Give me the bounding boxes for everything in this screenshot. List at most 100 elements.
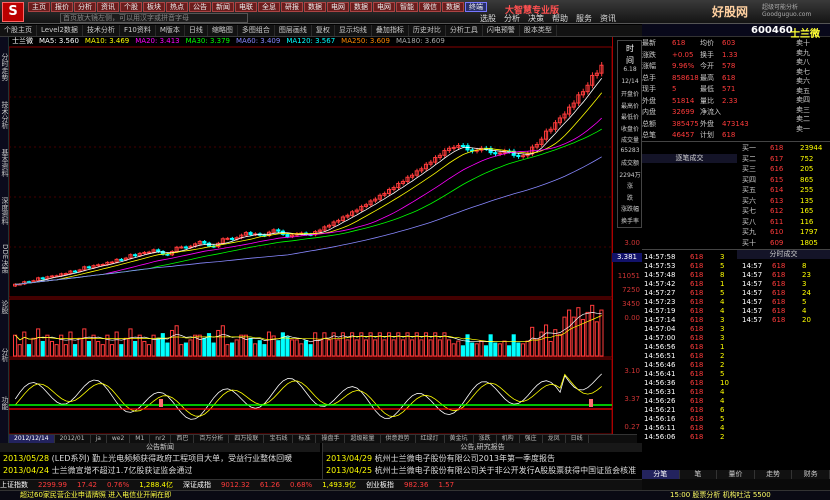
left-strip-item-3[interactable]: 深度资料 [0, 189, 9, 233]
volume-bar-62 [299, 343, 304, 357]
toolbar-item-13[interactable]: 分析工具 [446, 25, 483, 36]
menu-item-8[interactable]: 新闻 [212, 2, 234, 12]
quote-tab-1[interactable]: 笔 [680, 470, 718, 479]
toolbar-item-12[interactable]: 历史对比 [409, 25, 446, 36]
indicator-tab-16[interactable]: 涨跌 [474, 435, 497, 443]
news-left-item-0[interactable]: 2013/05/28 (LED系列) 勤上光电频频获得政府工程项目大单，受益行业… [3, 454, 292, 464]
left-strip-item-5[interactable]: 论股 [0, 285, 9, 329]
volume-bar-105 [497, 343, 502, 357]
news-right-item-1[interactable]: 2013/04/25 杭州士兰微电子股份有限公司关于非公开发行A股股票获得中国证… [326, 466, 636, 476]
trade2-time-5: 14:57 [742, 307, 763, 315]
quote-tab-4[interactable]: 财务 [792, 470, 830, 479]
indicator-tab-15[interactable]: 黄金坑 [445, 435, 474, 443]
indicator-tab-4[interactable]: M1 [130, 435, 151, 443]
trade2-time-4: 14:57 [742, 298, 763, 306]
menu-item-17[interactable]: 微信 [419, 2, 441, 12]
indicator-tab-17[interactable]: 机构 [497, 435, 520, 443]
indicator-tab-14[interactable]: 红绿灯 [416, 435, 445, 443]
indicator-panel-frame [9, 358, 612, 434]
toolbar-item-6[interactable]: 缩略图 [208, 25, 238, 36]
right-menu-item-1[interactable]: 分析 [504, 13, 520, 24]
menu-item-9[interactable]: 电联 [235, 2, 257, 12]
indicator-tab-19[interactable]: 龙凤 [543, 435, 566, 443]
news-ticker[interactable]: 超过60家民营企业申请牌照 进入电信业开闸在即 [20, 490, 171, 500]
search-input[interactable]: 首页放大镜左侧，可以用汉字或拼音字母 [60, 13, 248, 23]
buy-volume-9: 1805 [800, 238, 818, 247]
menu-item-5[interactable]: 板块 [143, 2, 165, 12]
indicator-tab-10[interactable]: 标准 [293, 435, 317, 443]
volume-bar-41 [202, 337, 207, 357]
indicator-tab-9[interactable]: 宝石线 [264, 435, 294, 443]
menu-item-0[interactable]: 主页 [28, 2, 50, 12]
menu-item-3[interactable]: 资讯 [97, 2, 119, 12]
menu-item-16[interactable]: 智能 [396, 2, 418, 12]
menu-item-13[interactable]: 电网 [327, 2, 349, 12]
left-strip-item-6[interactable]: 分析 [0, 333, 9, 377]
menu-item-11[interactable]: 研报 [281, 2, 303, 12]
candle-body-8 [49, 275, 55, 278]
left-strip-item-0[interactable]: 分时走势 [0, 45, 9, 89]
left-strip-item-4[interactable]: DDE决策 [0, 237, 9, 281]
toolbar-item-5[interactable]: 日线 [185, 25, 208, 36]
top-menubar: S 主页 报价 分析 资讯 个股 板块 热点 公告 新闻 电联 全息 研报 数据 电网 数据 电网 智能 微信 数据… [0, 0, 830, 24]
menu-item-2[interactable]: 分析 [74, 2, 96, 12]
indicator-tab-1[interactable]: 2012/01 [55, 435, 91, 443]
trade-list[interactable]: 14:57:58 618 3 14:57:53 618 5 14:57:48 618 8 14:5… [642, 249, 830, 443]
indicator-tab-2[interactable]: ja [91, 435, 107, 443]
toolbar-item-9[interactable]: 复权 [312, 25, 335, 36]
right-menu-item-2[interactable]: 决策 [528, 13, 544, 24]
menu-item-1[interactable]: 报价 [51, 2, 73, 12]
quote-tab-2[interactable]: 量价 [717, 470, 755, 479]
menu-item-4[interactable]: 个股 [120, 2, 142, 12]
indicator-tab-11[interactable]: 操盘手 [316, 435, 346, 443]
indicator-tab-8[interactable]: 四万投联 [229, 435, 265, 443]
volume-bar-22 [114, 331, 119, 357]
index-tick-2-1: 创业板指 [365, 481, 394, 489]
indicator-tab-18[interactable]: 强庄 [520, 435, 543, 443]
menu-item-6[interactable]: 热点 [166, 2, 188, 12]
menu-item-12[interactable]: 数据 [304, 2, 326, 12]
news-right-item-0[interactable]: 2013/04/29 杭州士兰微电子股份有限公司2013年第一季度报告 [326, 454, 555, 464]
toolbar-item-11[interactable]: 叠加指标 [372, 25, 409, 36]
toolbar-item-15[interactable]: 股本类型 [520, 25, 557, 36]
indicator-tab-3[interactable]: we2 [107, 435, 131, 443]
indicator-tab-6[interactable]: 西巴 [171, 435, 195, 443]
right-menu-item-5[interactable]: 资讯 [600, 13, 616, 24]
menu-item-14[interactable]: 数据 [350, 2, 372, 12]
right-menu-item-0[interactable]: 选股 [480, 13, 496, 24]
menu-item-10[interactable]: 全息 [258, 2, 280, 12]
toolbar-item-8[interactable]: 图层画线 [275, 25, 312, 36]
menu-item-15[interactable]: 电网 [373, 2, 395, 12]
toolbar-item-7[interactable]: 多图组合 [238, 25, 275, 36]
trade-volume-20: 2 [720, 433, 725, 441]
toolbar-item-2[interactable]: 技术分析 [83, 25, 120, 36]
kline-chart[interactable] [9, 37, 612, 434]
toolbar-item-4[interactable]: M版本 [156, 25, 185, 36]
ma-value-2: MA20: 3.413 [135, 37, 180, 45]
quote-tab-3[interactable]: 走势 [755, 470, 793, 479]
left-strip-item-2[interactable]: 基本资料 [0, 141, 9, 185]
menu-item-18[interactable]: 数据 [442, 2, 464, 12]
menu-item-7[interactable]: 公告 [189, 2, 211, 12]
indicator-tab-5[interactable]: nr2 [150, 435, 172, 443]
quote-tab-0[interactable]: 分笔 [642, 470, 680, 479]
right-menu-item-4[interactable]: 服务 [576, 13, 592, 24]
price-info-panel: 时间 6.18 12/14 开盘价 最高价 最低价 收盘价 成交量 65283 成交额 2294万涨… [617, 40, 642, 228]
toolbar-item-0[interactable]: 个股主页 [0, 25, 37, 36]
toolbar-item-10[interactable]: 显示均线 [335, 25, 372, 36]
toolbar-item-1[interactable]: Level2数据 [37, 25, 83, 36]
toolbar-item-14[interactable]: 闪电预警 [483, 25, 520, 36]
volume-bar-95 [451, 343, 456, 357]
news-left-item-1[interactable]: 2013/04/24 士兰微宣增不超过1.7亿股获证监会通过 [3, 466, 192, 476]
left-strip-item-7[interactable]: 功能 [0, 381, 9, 425]
toolbar-item-3[interactable]: F10资料 [120, 25, 156, 36]
volume-bar-23 [119, 344, 124, 357]
indicator-tab-20[interactable]: 日线 [566, 435, 589, 443]
indicator-tab-0[interactable]: 2012/12/14 [9, 435, 55, 443]
menu-item-19[interactable]: 终端 [465, 2, 487, 12]
indicator-tab-7[interactable]: 百万分析 [194, 435, 230, 443]
right-menu-item-3[interactable]: 帮助 [552, 13, 568, 24]
indicator-tab-12[interactable]: 超级能量 [345, 435, 381, 443]
indicator-tab-13[interactable]: 供意趋势 [381, 435, 416, 443]
left-strip-item-1[interactable]: 技术分析 [0, 93, 9, 137]
